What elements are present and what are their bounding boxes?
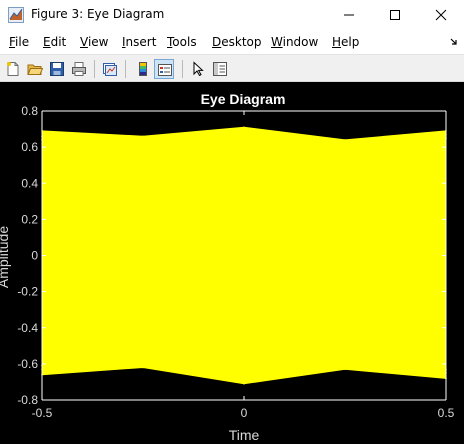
y-tick-label: 0.6: [21, 140, 38, 154]
maximize-icon: [390, 10, 400, 20]
trace-point: [243, 126, 245, 129]
window-title: Figure 3: Eye Diagram: [31, 7, 165, 21]
insert-colorbar-button[interactable]: [133, 59, 153, 79]
new-figure-icon: [7, 62, 19, 76]
trace-point: [344, 144, 346, 147]
figure-toolbar: [0, 54, 464, 82]
menu-desktop[interactable]: Desktop: [212, 35, 262, 49]
menu-tools[interactable]: Tools: [167, 35, 197, 49]
y-tick-label: 0: [31, 249, 38, 263]
y-tick-label: 0.8: [21, 104, 38, 118]
y-tick-label: -0.8: [17, 393, 38, 407]
insert-colorbar-icon: [139, 62, 147, 76]
trace-point: [142, 140, 144, 143]
minimize-icon: [344, 14, 354, 16]
new-figure-button[interactable]: [3, 59, 23, 79]
menu-view[interactable]: View: [80, 35, 108, 49]
toolbar-separator: [125, 60, 126, 78]
close-icon: [435, 9, 447, 21]
toolbar-separator: [94, 60, 95, 78]
print-icon: [72, 62, 86, 76]
trace-point: [243, 370, 245, 372]
menu-help[interactable]: Help: [332, 35, 359, 49]
menu-insert[interactable]: Insert: [122, 35, 156, 49]
print-button[interactable]: [69, 59, 89, 79]
window-title-bar[interactable]: Figure 3: Eye Diagram: [0, 0, 464, 30]
menu-window[interactable]: Window: [271, 35, 318, 49]
open-file-icon: [27, 64, 43, 75]
menu-overflow-arrow-icon[interactable]: [450, 38, 458, 46]
toolbar-separator: [182, 60, 183, 78]
trace-point: [344, 142, 346, 145]
y-axis-label: Amplitude: [0, 226, 11, 288]
x-tick-label: 0.5: [438, 406, 455, 420]
y-tick-label: 0.4: [21, 176, 38, 190]
y-tick-label: -0.2: [17, 285, 38, 299]
trace-point: [142, 135, 144, 138]
trace-point: [142, 363, 144, 365]
x-tick-label: 0: [241, 406, 248, 420]
menu-bar: File Edit View Insert Tools Desktop Wind…: [0, 30, 464, 54]
trace-point: [243, 135, 245, 138]
property-inspector-icon: [213, 62, 227, 76]
trace-point: [142, 142, 144, 145]
x-axis-label: Time: [229, 427, 260, 443]
edit-plot-button[interactable]: [188, 59, 208, 79]
save-button[interactable]: [47, 59, 67, 79]
edit-plot-pointer-icon: [193, 61, 204, 77]
y-tick-label: 0.2: [21, 212, 38, 226]
property-inspector-button[interactable]: [210, 59, 230, 79]
open-file-button[interactable]: [25, 59, 45, 79]
eye-fill-layer: [42, 127, 446, 384]
eye-fill-area: [42, 127, 446, 384]
trace-point: [243, 382, 245, 385]
trace-point: [344, 364, 346, 367]
chart-title: Eye Diagram: [201, 91, 286, 107]
y-tick-label: -0.6: [17, 357, 38, 371]
eye-diagram-plot[interactable]: 0.8 0.6 0.4 0.2 0 -0.2 -0.4 -0.6 -0.8-0.5 0 0.5 Ey…: [0, 82, 464, 444]
minimize-button[interactable]: [326, 0, 372, 30]
figure-canvas[interactable]: 0.8 0.6 0.4 0.2 0 -0.2 -0.4 -0.6 -0.8 -0.5 0 0.5 Ey…: [0, 82, 464, 444]
trace-point: [142, 366, 144, 369]
insert-legend-icon: [158, 64, 172, 76]
trace-point: [344, 139, 346, 141]
trace-point: [243, 131, 245, 134]
close-button[interactable]: [418, 0, 464, 30]
y-tick-label: -0.4: [17, 321, 38, 335]
trace-point: [344, 363, 346, 365]
maximize-button[interactable]: [372, 0, 418, 30]
trace-point: [243, 375, 245, 378]
menu-edit[interactable]: Edit: [43, 35, 66, 49]
insert-legend-button[interactable]: [154, 59, 174, 79]
x-tick-label: -0.5: [32, 406, 53, 420]
matlab-app-icon: [8, 7, 24, 23]
link-plot-button[interactable]: [100, 59, 120, 79]
save-icon: [50, 62, 64, 76]
menu-file[interactable]: File: [9, 35, 29, 49]
trace-point: [142, 364, 144, 367]
link-plot-icon: [103, 63, 117, 76]
trace-point: [344, 368, 346, 371]
